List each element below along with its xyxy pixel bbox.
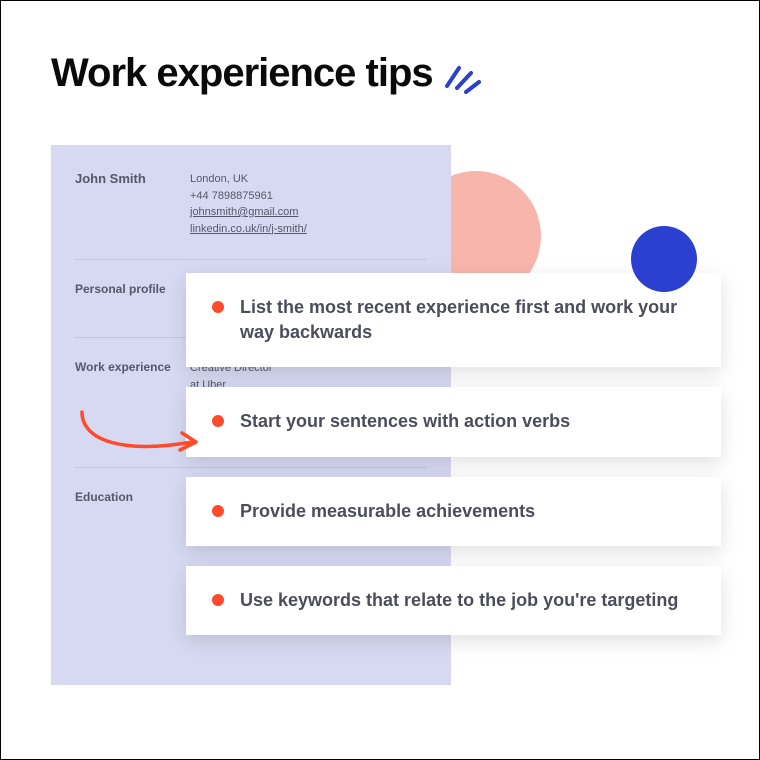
bullet-icon [212,505,224,517]
bullet-icon [212,415,224,427]
tip-card: Provide measurable achievements [186,477,721,546]
resume-location: London, UK [190,171,427,188]
resume-phone: +44 7898875961 [190,188,427,205]
resume-linkedin: linkedin.co.uk/in/j-smith/ [190,221,427,238]
tip-card: Start your sentences with action verbs [186,387,721,456]
tip-text: List the most recent experience first an… [240,295,695,345]
resume-name: John Smith [75,171,190,237]
resume-section-education: Education [75,490,190,566]
tip-card: Use keywords that relate to the job you'… [186,566,721,635]
tip-text: Use keywords that relate to the job you'… [240,588,678,613]
tips-list: List the most recent experience first an… [186,273,721,635]
tip-card: List the most recent experience first an… [186,273,721,367]
resume-section-personal: Personal profile [75,282,190,315]
spark-icon [441,54,481,94]
arrow-icon [74,406,204,466]
decorative-blue-circle [631,226,697,292]
bullet-icon [212,594,224,606]
tip-text: Start your sentences with action verbs [240,409,570,434]
bullet-icon [212,301,224,313]
page-title: Work experience tips [51,51,433,96]
resume-email: johnsmith@gmail.com [190,204,427,221]
tip-text: Provide measurable achievements [240,499,535,524]
